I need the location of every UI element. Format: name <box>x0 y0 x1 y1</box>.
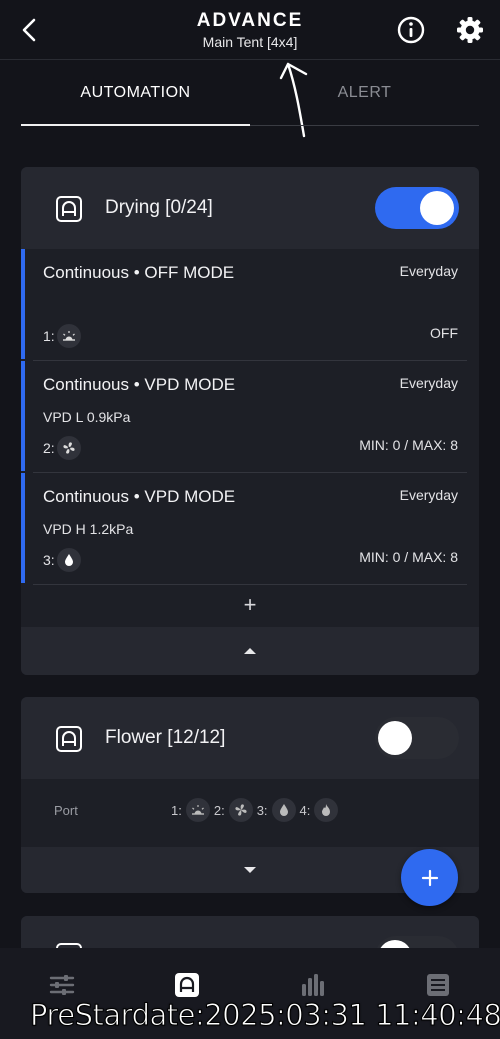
flame-icon <box>314 798 339 822</box>
nav-automation[interactable] <box>172 972 202 998</box>
card-enable-toggle[interactable] <box>375 717 459 759</box>
rule-subtitle: VPD H 1.2kPa <box>43 521 134 537</box>
rule-value: MIN: 0 / MAX: 8 <box>359 549 458 565</box>
port-label: Port <box>54 803 78 818</box>
droplet-icon <box>271 798 296 822</box>
sliders-icon <box>49 975 75 995</box>
port-number: 2: <box>43 440 55 456</box>
tab-bar: AUTOMATION ALERT <box>21 74 479 128</box>
port-number: 3: <box>43 552 55 568</box>
toggle-knob <box>420 191 454 225</box>
rule-title: Continuous • VPD MODE <box>43 375 236 394</box>
settings-button[interactable] <box>455 15 485 45</box>
nav-data[interactable] <box>298 972 328 998</box>
port-number: 1: <box>43 328 55 344</box>
add-rule-button[interactable]: + <box>21 585 479 629</box>
automation-icon <box>175 973 199 997</box>
rule-value: MIN: 0 / MAX: 8 <box>359 437 458 453</box>
timestamp-watermark: PreStardate:2025:03:31 11:40:48 <box>29 998 500 1033</box>
info-button[interactable] <box>396 15 426 45</box>
rule-accent-bar <box>21 473 25 583</box>
card-enable-toggle[interactable] <box>375 187 459 229</box>
rule-item[interactable]: Continuous • VPD MODE Everyday VPD H 1.2… <box>21 473 479 585</box>
rule-port: 3: <box>43 548 81 572</box>
rule-port: 1: <box>43 324 81 348</box>
sun-icon <box>56 324 81 348</box>
port-list: 1: 2: 3: 4: <box>171 798 339 822</box>
card-title: Flower [12/12] <box>105 727 226 748</box>
rule-subtitle: VPD L 0.9kPa <box>43 409 131 425</box>
info-icon <box>397 16 425 44</box>
rule-accent-bar <box>21 361 25 471</box>
droplet-icon <box>56 548 81 572</box>
fan-icon <box>228 798 253 822</box>
log-icon <box>427 974 449 996</box>
nav-controls[interactable] <box>47 972 77 998</box>
rule-item[interactable]: Continuous • VPD MODE Everyday VPD L 0.9… <box>21 361 479 473</box>
automation-icon <box>56 196 82 222</box>
automation-icon <box>56 726 82 752</box>
rule-accent-bar <box>21 249 25 359</box>
port-number: 4: <box>299 802 311 818</box>
rule-item[interactable]: Continuous • OFF MODE Everyday 1: OFF <box>21 249 479 361</box>
collapse-button[interactable] <box>21 627 479 675</box>
card-header[interactable]: Drying [0/24] <box>21 167 479 249</box>
rule-port: 2: <box>43 436 81 460</box>
rule-title: Continuous • VPD MODE <box>43 487 236 506</box>
card-title: Drying [0/24] <box>105 197 213 218</box>
rule-schedule: Everyday <box>399 263 458 279</box>
sun-icon <box>185 798 210 822</box>
caret-up-icon <box>244 648 256 654</box>
nav-log[interactable] <box>423 972 453 998</box>
port-number: 2: <box>213 802 225 818</box>
tab-automation[interactable]: AUTOMATION <box>21 74 250 126</box>
card-header[interactable]: Flower [12/12] <box>21 697 479 779</box>
caret-down-icon <box>244 867 256 873</box>
rule-value: OFF <box>430 325 458 341</box>
plus-icon <box>421 869 438 886</box>
chart-icon <box>302 974 324 996</box>
rule-schedule: Everyday <box>399 487 458 503</box>
port-number: 1: <box>171 802 182 818</box>
fan-icon <box>56 436 81 460</box>
add-automation-fab[interactable] <box>401 849 458 906</box>
app-header: ADVANCE Main Tent [4x4] <box>0 0 500 60</box>
toggle-knob <box>378 721 412 755</box>
rule-schedule: Everyday <box>399 375 458 391</box>
tab-alert[interactable]: ALERT <box>250 74 479 126</box>
port-summary-row: Port 1: 2: 3: 4: <box>21 779 479 845</box>
rule-title: Continuous • OFF MODE <box>43 263 235 282</box>
port-number: 3: <box>256 802 268 818</box>
automation-card-drying: Drying [0/24] Continuous • OFF MODE Ever… <box>21 167 479 675</box>
gear-icon <box>457 17 483 43</box>
